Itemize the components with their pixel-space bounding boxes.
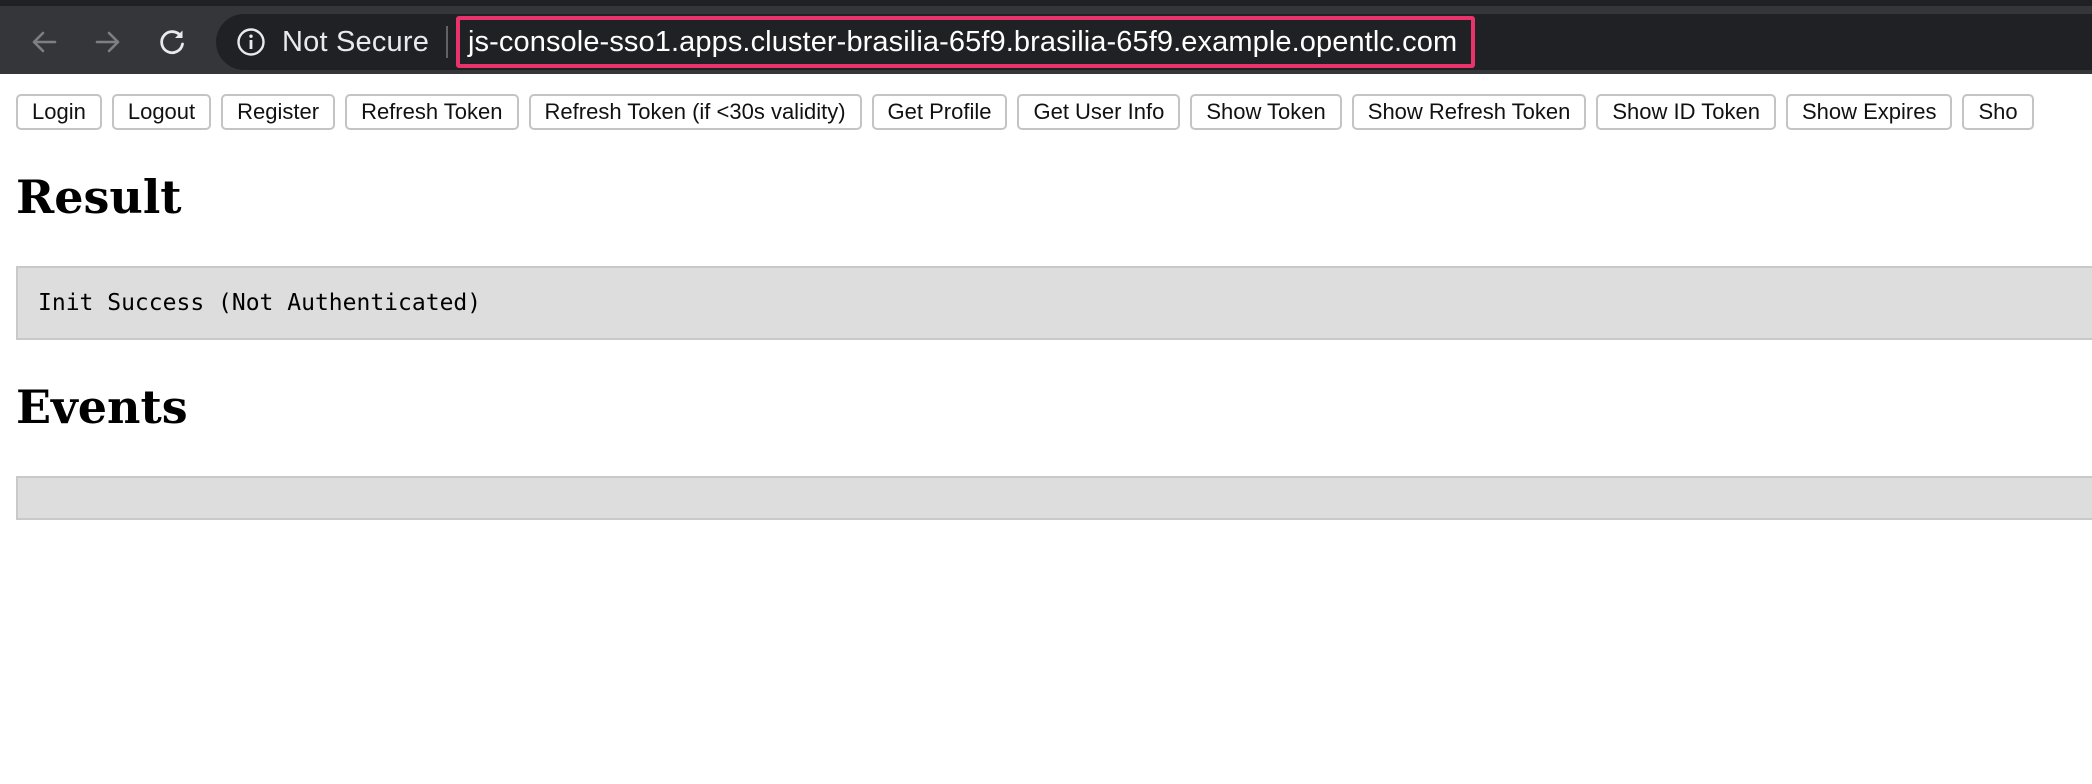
action-button-row: Login Logout Register Refresh Token Refresh … [16, 94, 2092, 134]
forward-button[interactable] [86, 18, 130, 66]
show-id-token-button[interactable]: Show ID Token [1596, 94, 1776, 130]
refresh-token-if-expiring-button[interactable]: Refresh Token (if <30s validity) [528, 94, 862, 130]
show-refresh-token-button[interactable]: Show Refresh Token [1351, 94, 1587, 130]
site-security-indicator[interactable]: Not Secure [236, 14, 429, 70]
login-button[interactable]: Login [16, 94, 102, 130]
browser-toolbar: Not Secure js-console-sso1.apps.cluster-… [0, 0, 2092, 74]
address-bar-divider [446, 26, 448, 58]
get-profile-button[interactable]: Get Profile [871, 94, 1008, 130]
address-bar[interactable]: Not Secure js-console-sso1.apps.cluster-… [216, 14, 2092, 70]
url-highlight-box[interactable]: js-console-sso1.apps.cluster-brasilia-65… [456, 16, 1476, 68]
info-icon [237, 28, 265, 56]
reload-button[interactable] [150, 18, 194, 66]
events-output [16, 476, 2092, 520]
show-token-button[interactable]: Show Token [1190, 94, 1342, 130]
arrow-left-icon [32, 31, 57, 53]
refresh-token-button[interactable]: Refresh Token [345, 94, 519, 130]
logout-button[interactable]: Logout [111, 94, 212, 130]
url-text[interactable]: js-console-sso1.apps.cluster-brasilia-65… [468, 26, 1457, 59]
security-label: Not Secure [282, 25, 430, 58]
show-more-button-truncated[interactable]: Sho [1962, 94, 2034, 130]
result-output: Init Success (Not Authenticated) [16, 266, 2092, 340]
arrow-right-icon [95, 31, 120, 53]
back-button[interactable] [22, 18, 66, 66]
register-button[interactable]: Register [221, 94, 336, 130]
events-heading: Events [16, 380, 188, 434]
result-heading: Result [16, 170, 182, 224]
reload-icon [160, 30, 184, 54]
show-expires-button[interactable]: Show Expires [1785, 94, 1953, 130]
get-user-info-button[interactable]: Get User Info [1017, 94, 1181, 130]
